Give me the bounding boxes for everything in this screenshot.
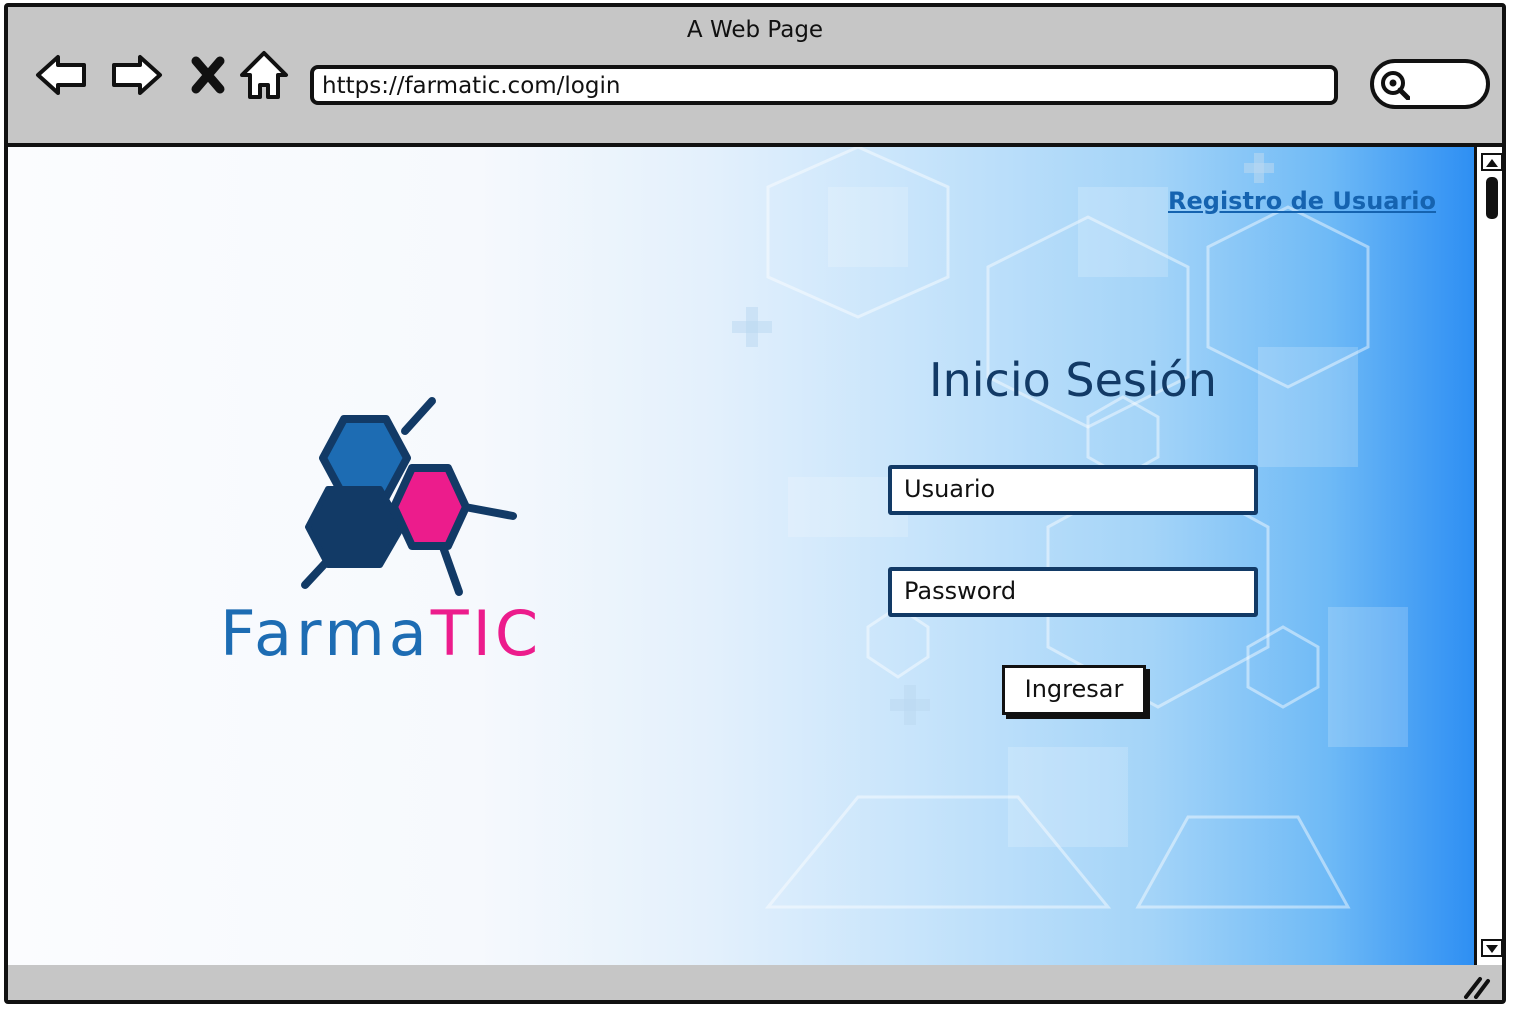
url-text: https://farmatic.com/login: [322, 73, 621, 99]
vertical-scrollbar[interactable]: [1474, 147, 1502, 965]
brand-name-farma: Farma: [220, 597, 431, 670]
register-link[interactable]: Registro de Usuario: [1168, 187, 1436, 215]
scroll-up-arrow-icon: [1486, 159, 1498, 167]
forward-arrow-icon[interactable]: [108, 47, 164, 103]
brand-name-tic: TIC: [430, 597, 543, 670]
search-icon: [1381, 71, 1410, 100]
address-bar[interactable]: https://farmatic.com/login: [310, 65, 1338, 105]
browser-toolbar: A Web Page https://farmatic.com/login: [8, 7, 1502, 147]
username-placeholder: Usuario: [904, 475, 996, 503]
username-field[interactable]: Usuario: [888, 465, 1258, 515]
login-title: Inicio Sesión: [929, 353, 1217, 407]
browser-window: A Web Page https://farmatic.com/login Re…: [4, 3, 1506, 1004]
scroll-down-arrow-icon: [1486, 945, 1498, 953]
page-content: Registro de Usuario FarmaTIC Inicio Sesi…: [8, 147, 1474, 965]
molecule-hexagons-logo: [301, 397, 517, 596]
browser-search-box[interactable]: [1370, 59, 1490, 109]
password-placeholder: Password: [904, 577, 1017, 605]
scroll-down-button[interactable]: [1481, 939, 1502, 957]
back-arrow-icon[interactable]: [34, 47, 90, 103]
password-field[interactable]: Password: [888, 567, 1258, 617]
home-icon[interactable]: [236, 47, 292, 103]
brand-name: FarmaTIC: [220, 597, 542, 670]
farmatic-logo: FarmaTIC: [220, 379, 580, 679]
scroll-up-button[interactable]: [1481, 153, 1502, 171]
status-bar: [8, 965, 1502, 1000]
window-title: A Web Page: [686, 17, 824, 43]
resize-grip-icon[interactable]: [1462, 973, 1492, 999]
scroll-thumb[interactable]: [1486, 177, 1498, 219]
close-x-icon[interactable]: [180, 47, 236, 103]
login-submit-button[interactable]: Ingresar: [1002, 665, 1146, 715]
